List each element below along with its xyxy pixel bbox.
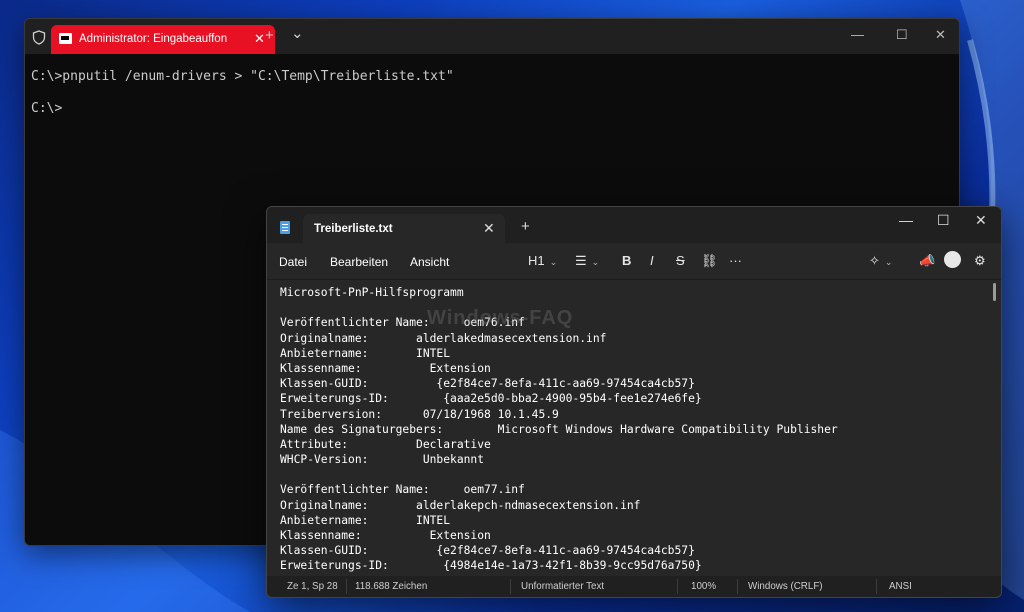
italic-button[interactable]: I xyxy=(650,253,654,268)
shield-icon xyxy=(32,30,46,45)
divider xyxy=(510,579,511,594)
more-button[interactable]: ··· xyxy=(729,253,742,268)
notepad-titlebar[interactable]: Treiberliste.txt ✕ + — ☐ ✕ xyxy=(267,207,1001,243)
maximize-button[interactable]: ☐ xyxy=(937,212,950,229)
status-zoom[interactable]: 100% xyxy=(691,581,716,592)
copilot-icon[interactable]: ✧ ⌄ xyxy=(869,253,892,269)
close-tab-icon[interactable]: ✕ xyxy=(483,220,495,237)
terminal-tab-title: Administrator: Eingabeauffon xyxy=(79,33,228,45)
chevron-down-icon: ⌄ xyxy=(549,257,558,267)
terminal-titlebar[interactable]: Administrator: Eingabeauffon ✕ + ⌄ — ☐ ✕ xyxy=(25,19,959,54)
chevron-down-icon: ⌄ xyxy=(884,257,893,267)
link-icon[interactable]: ⛓ xyxy=(701,253,718,269)
text-line: Name des Signaturgebers: Microsoft Windo… xyxy=(280,422,838,436)
heading-label: H1 xyxy=(528,253,545,268)
new-tab-button[interactable]: + xyxy=(265,27,274,44)
minimize-button[interactable]: — xyxy=(851,27,864,42)
text-line: Klassenname: Extension xyxy=(280,361,491,375)
text-line: Microsoft-PnP-Hilfsprogramm xyxy=(280,286,464,299)
status-position: Ze 1, Sp 28 xyxy=(287,581,338,592)
notepad-window: Treiberliste.txt ✕ + — ☐ ✕ Datei Bearbei… xyxy=(266,206,1002,598)
menu-file[interactable]: Datei xyxy=(279,255,307,269)
notepad-tab[interactable]: Treiberliste.txt ✕ xyxy=(303,214,505,243)
announcement-icon[interactable]: 📣 xyxy=(919,253,935,269)
status-line-ending: Windows (CRLF) xyxy=(748,581,823,592)
notepad-tab-title: Treiberliste.txt xyxy=(314,223,393,235)
divider xyxy=(737,579,738,594)
text-line: Anbietername: INTEL xyxy=(280,346,451,360)
terminal-tab[interactable]: Administrator: Eingabeauffon ✕ xyxy=(51,25,275,54)
text-line: Erweiterungs-ID: {aaa2e5d0-bba2-4900-95b… xyxy=(280,392,702,406)
text-line: Attribute: Declarative xyxy=(280,437,491,451)
terminal-line: C:\> xyxy=(31,101,63,116)
divider xyxy=(876,579,877,594)
new-tab-button[interactable]: + xyxy=(521,218,530,235)
bold-button[interactable]: B xyxy=(622,253,631,268)
avatar[interactable] xyxy=(944,251,961,268)
watermark: Windows-FAQ xyxy=(427,307,574,329)
list-icon: ☰ xyxy=(575,253,587,268)
close-tab-icon[interactable]: ✕ xyxy=(254,31,265,47)
status-encoding: ANSI xyxy=(889,581,912,592)
chevron-down-icon: ⌄ xyxy=(591,257,600,267)
maximize-button[interactable]: ☐ xyxy=(896,27,908,43)
terminal-line: C:\>pnputil /enum-drivers > "C:\Temp\Tre… xyxy=(31,69,454,84)
menu-view[interactable]: Ansicht xyxy=(410,255,449,269)
scrollbar[interactable] xyxy=(993,283,996,301)
chevron-down-icon[interactable]: ⌄ xyxy=(291,24,304,42)
text-line: Klassen-GUID: {e2f84ce7-8efa-411c-aa69-9… xyxy=(280,544,695,558)
divider xyxy=(677,579,678,594)
notepad-menubar: Datei Bearbeiten Ansicht H1 ⌄ ☰ ⌄ B I S ⛓ … xyxy=(267,243,1001,280)
notepad-editor[interactable]: Microsoft-PnP-Hilfsprogramm Veröffentlic… xyxy=(267,280,1001,576)
text-line: Erweiterungs-ID: {4984e14e-1a73-42f1-8b3… xyxy=(280,559,702,573)
text-line: Klassen-GUID: {e2f84ce7-8efa-411c-aa69-9… xyxy=(280,377,695,391)
strikethrough-button[interactable]: S xyxy=(676,253,685,268)
text-line: Klassenname: Extension xyxy=(280,529,491,542)
gear-icon[interactable]: ⚙ xyxy=(974,253,986,269)
cmd-icon xyxy=(59,33,72,44)
status-format: Unformatierter Text xyxy=(521,581,605,592)
text-line: Originalname: alderlakepch-ndmasecextens… xyxy=(280,498,641,512)
close-button[interactable]: ✕ xyxy=(975,212,987,229)
status-char-count: 118.688 Zeichen xyxy=(355,581,428,592)
menu-edit[interactable]: Bearbeiten xyxy=(330,255,388,269)
text-line: Anbietername: INTEL xyxy=(280,513,451,527)
text-line: WHCP-Version: Unbekannt xyxy=(280,453,485,467)
divider xyxy=(346,579,347,594)
terminal-output[interactable]: C:\>pnputil /enum-drivers > "C:\Temp\Tre… xyxy=(31,69,454,117)
close-button[interactable]: ✕ xyxy=(935,27,946,43)
heading-dropdown[interactable]: H1 ⌄ xyxy=(528,253,557,268)
minimize-button[interactable]: — xyxy=(899,212,913,228)
status-bar: Ze 1, Sp 28 118.688 Zeichen Unformatiert… xyxy=(267,576,1001,597)
list-dropdown[interactable]: ☰ ⌄ xyxy=(575,253,599,269)
notepad-icon xyxy=(280,221,290,234)
text-line: Originalname: alderlakedmasecextension.i… xyxy=(280,331,607,345)
text-line xyxy=(280,467,838,482)
text-line: Treiberversion: 07/18/1968 10.1.45.9 xyxy=(280,407,559,421)
text-line: Veröffentlichter Name: oem77.inf xyxy=(280,483,525,497)
